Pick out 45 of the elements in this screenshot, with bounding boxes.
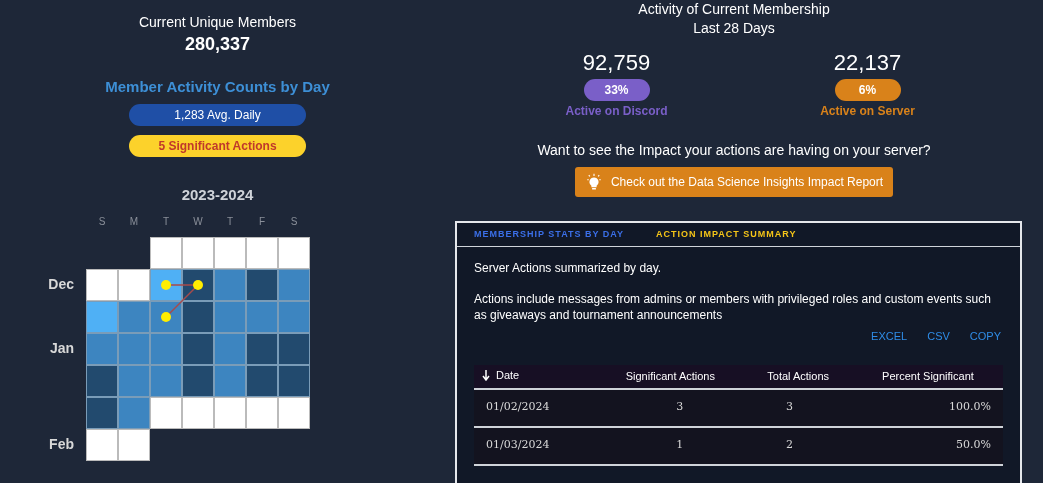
export-link[interactable]: CSV — [927, 328, 950, 345]
stat-label: Active on Discord — [565, 103, 668, 120]
column-header[interactable]: Significant Actions — [597, 364, 744, 389]
table-cell: 100.0% — [852, 388, 1003, 427]
month-label: Jan — [49, 339, 74, 358]
panel-tab[interactable]: ACTION IMPACT SUMMARY — [656, 227, 797, 242]
column-header[interactable]: Total Actions — [743, 364, 853, 389]
percent-badge: 33% — [583, 79, 650, 101]
weekday-label: M — [128, 215, 140, 229]
description-text: Actions include messages from admins or members with privileged roles and custom events such as giveaways and tournament announcements — [474, 291, 992, 323]
weekday-label: W — [192, 215, 204, 229]
stat-value: 22,137 — [833, 49, 902, 77]
summary-badge: 5 Significant Actions — [129, 135, 306, 157]
impact-prompt: Want to see the Impact your actions are having on your server? — [537, 141, 931, 160]
column-header[interactable]: Percent Significant — [852, 364, 1003, 389]
lightbulb-icon — [584, 173, 603, 191]
table-cell: 01/03/2024 — [474, 426, 598, 465]
weekday-label: T — [161, 215, 171, 229]
column-header[interactable]: Date — [474, 364, 598, 389]
members-count: 280,337 — [184, 33, 251, 56]
weekday-label: F — [257, 215, 267, 229]
activity-subtitle: Last 28 Days — [693, 19, 775, 38]
table-cell: 2 — [743, 426, 853, 465]
table-cell: 3 — [597, 388, 744, 427]
weekday-label: T — [225, 215, 235, 229]
table-cell: 50.0% — [852, 426, 1003, 465]
calendar-title: 2023-2024 — [181, 185, 254, 205]
summary-badge: 1,283 Avg. Daily — [129, 104, 306, 126]
table-cell: 3 — [743, 388, 853, 427]
stat-value: 92,759 — [582, 49, 651, 77]
table-cell: 01/02/2024 — [474, 388, 598, 427]
panel-tab[interactable]: MEMBERSHIP STATS BY DAY — [474, 227, 625, 242]
stat-label: Active on Server — [820, 103, 915, 120]
weekday-label: S — [97, 215, 107, 229]
members-title: Current Unique Members — [138, 13, 297, 32]
table-cell: 1 — [597, 426, 744, 465]
activity-counts-title: Member Activity Counts by Day — [105, 76, 330, 97]
intro-text: Server Actions summarized by day. — [474, 260, 663, 277]
percent-badge: 6% — [834, 79, 901, 101]
weekday-label: S — [289, 215, 299, 229]
export-link[interactable]: EXCEL — [871, 328, 908, 345]
month-label: Dec — [48, 275, 74, 294]
export-link[interactable]: COPY — [969, 328, 1001, 345]
activity-title: Activity of Current Membership — [638, 0, 830, 19]
month-label: Feb — [49, 435, 74, 454]
